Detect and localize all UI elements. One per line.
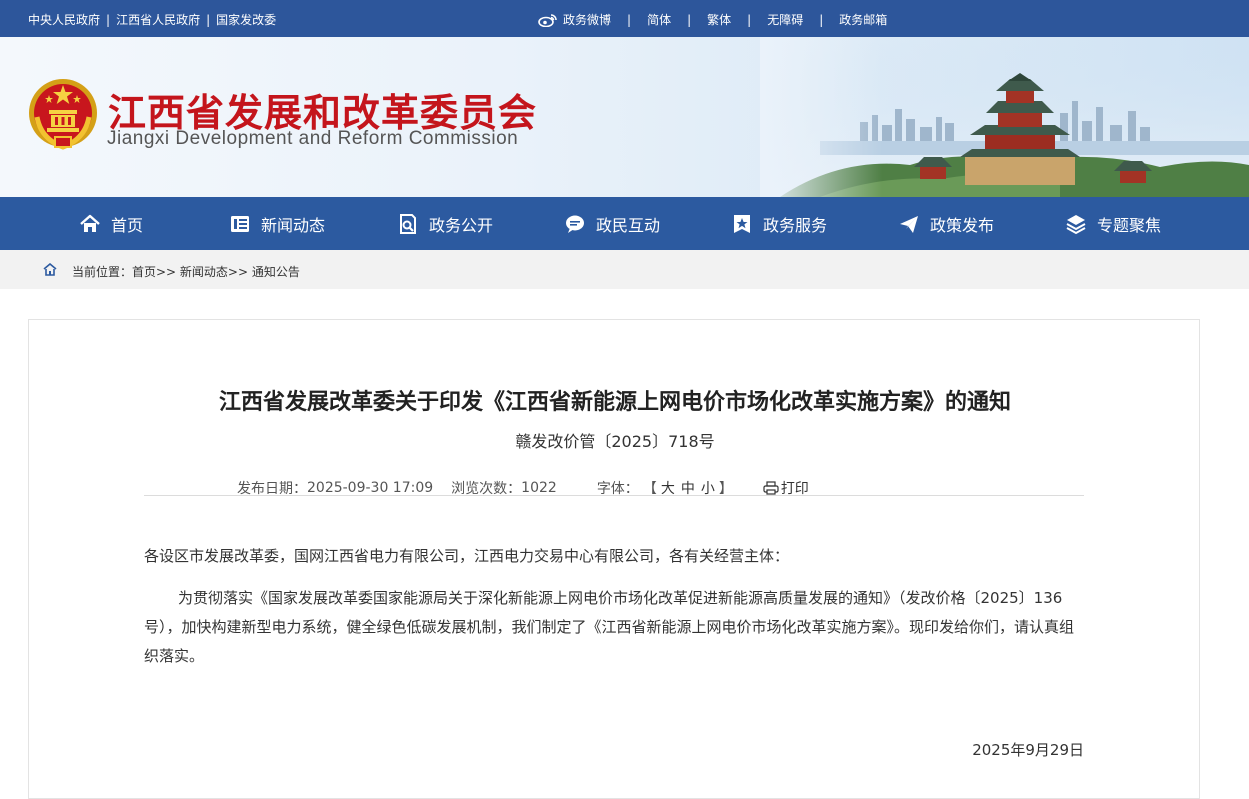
separator: | — [206, 13, 211, 27]
link-jiangxi-government[interactable]: 江西省人民政府 — [116, 13, 200, 27]
nav-gov-services[interactable]: 政务服务 — [731, 197, 827, 250]
weibo-icon — [538, 13, 557, 27]
nav-label: 专题聚焦 — [1097, 215, 1162, 235]
separator: | — [819, 12, 824, 27]
meta-divider — [144, 495, 1084, 496]
link-traditional[interactable]: 繁体 — [707, 11, 731, 28]
tengwang-pavilion-image — [760, 37, 1249, 197]
article-title: 江西省发展改革委关于印发《江西省新能源上网电价市场化改革实施方案》的通知 — [218, 390, 1011, 415]
article-body-paragraph: 为贯彻落实《国家发展改革委国家能源局关于深化新能源上网电价市场化改革促进新能源高… — [144, 589, 1075, 665]
article-panel: 江西省发展改革委关于印发《江西省新能源上网电价市场化改革实施方案》的通知 赣发改… — [28, 319, 1200, 799]
nav-special-topics[interactable]: 专题聚焦 — [1065, 197, 1161, 250]
nav-label: 政务服务 — [763, 215, 828, 235]
link-gov-mail[interactable]: 政务邮箱 — [839, 11, 887, 28]
document-search-icon — [400, 213, 416, 234]
nav-public-interaction[interactable]: 政民互动 — [564, 197, 660, 250]
main-nav: 首页 新闻动态 政务公开 政民互动 政务服务 政策发布 专题聚焦 — [0, 197, 1249, 250]
home-icon — [80, 214, 100, 232]
nav-label: 政策发布 — [930, 215, 995, 235]
separator: | — [106, 13, 111, 27]
breadcrumb-bar: 当前位置：首页>> 新闻动态>> 通知公告 — [0, 250, 1249, 289]
breadcrumb[interactable]: 当前位置：首页>> 新闻动态>> 通知公告 — [72, 263, 300, 280]
nav-label: 政民互动 — [596, 215, 661, 235]
separator: | — [687, 12, 692, 27]
publish-date: 2025-09-30 17:09 — [307, 480, 434, 496]
site-title-english: Jiangxi Development and Reform Commissio… — [107, 128, 519, 149]
link-central-government[interactable]: 中央人民政府 — [28, 13, 100, 27]
views-count: 1022 — [521, 480, 557, 496]
document-number: 赣发改价管〔2025〕718号 — [515, 432, 715, 451]
article-salutation: 各设区市发展改革委，国网江西省电力有限公司，江西电力交易中心有限公司，各有关经营… — [144, 547, 790, 565]
link-accessibility[interactable]: 无障碍 — [767, 11, 803, 28]
nav-gov-affairs-open[interactable]: 政务公开 — [397, 197, 493, 250]
link-simplified[interactable]: 简体 — [647, 11, 671, 28]
national-emblem-icon[interactable] — [27, 77, 99, 153]
signature-date: 2025年9月29日 — [972, 741, 1084, 759]
nav-label: 首页 — [111, 215, 144, 235]
nav-label: 新闻动态 — [261, 215, 326, 235]
utility-links: 政务微博 | 简体 | 繁体 | 无障碍 | 政务邮箱 — [538, 11, 887, 28]
nav-home[interactable]: 首页 — [79, 197, 143, 250]
link-weibo[interactable]: 政务微博 — [563, 11, 611, 28]
printer-icon — [763, 481, 779, 495]
chat-icon — [566, 215, 584, 233]
gov-links: 中央人民政府 | 江西省人民政府 | 国家发改委 — [28, 11, 276, 28]
home-icon[interactable] — [43, 263, 57, 276]
header-banner: 江西省发展和改革委员会 Jiangxi Development and Refo… — [0, 37, 1249, 197]
link-ndrc[interactable]: 国家发改委 — [216, 13, 276, 27]
news-icon — [231, 215, 249, 232]
nav-label: 政务公开 — [429, 215, 494, 235]
separator: | — [747, 12, 752, 27]
top-utility-bar: 中央人民政府 | 江西省人民政府 | 国家发改委 政务微博 | 简体 | 繁体 | 无障… — [0, 0, 1249, 37]
paper-plane-icon — [900, 215, 918, 233]
nav-policy-release[interactable]: 政策发布 — [898, 197, 994, 250]
nav-news[interactable]: 新闻动态 — [229, 197, 325, 250]
star-badge-icon — [734, 214, 750, 233]
layers-icon — [1066, 214, 1086, 234]
separator: | — [627, 12, 632, 27]
